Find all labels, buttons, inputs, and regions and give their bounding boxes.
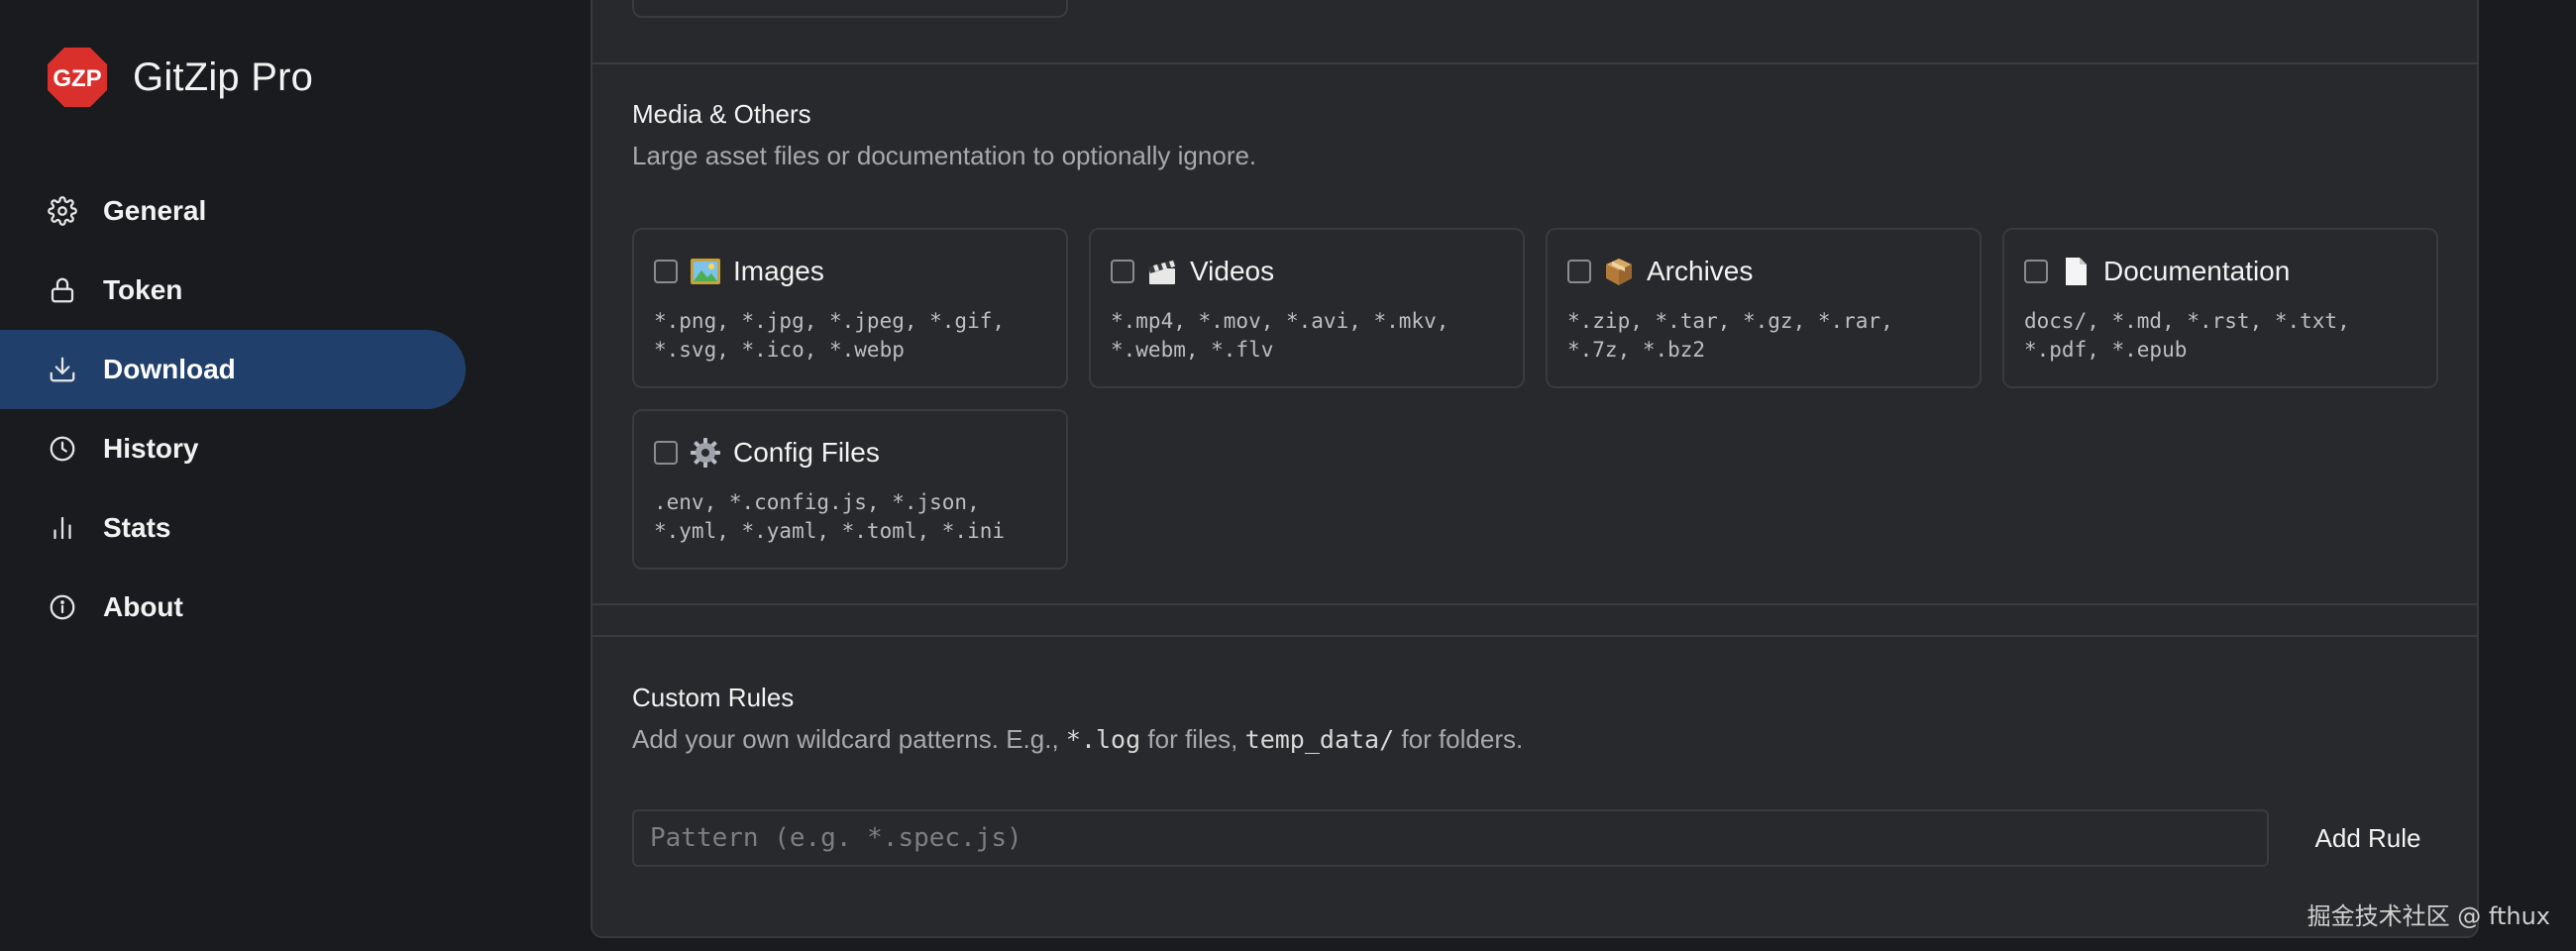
- sidebar-item-download[interactable]: Download: [0, 330, 466, 409]
- card-header: Documentation: [2024, 252, 2290, 291]
- gear-emoji-icon: [690, 437, 721, 469]
- documentation-checkbox[interactable]: [2024, 260, 2048, 283]
- package-icon: [1603, 256, 1635, 287]
- sidebar-item-label: History: [103, 433, 199, 464]
- sidebar-item-label: About: [103, 591, 183, 622]
- sidebar: GZP GitZip Pro General Token Download Hi…: [0, 0, 590, 951]
- card-patterns: *.mp4, *.mov, *.avi, *.mkv, *.webm, *.fl…: [1111, 309, 1449, 362]
- card-patterns: .env, *.config.js, *.json, *.yml, *.yaml…: [654, 490, 1006, 543]
- category-card-config-files[interactable]: Config Files .env, *.config.js, *.json, …: [632, 409, 1068, 570]
- app-window: GZP GitZip Pro General Token Download Hi…: [0, 0, 2576, 951]
- sidebar-item-general[interactable]: General: [0, 171, 466, 251]
- card-title: Archives: [1647, 256, 1754, 286]
- card-header: Images: [654, 252, 824, 291]
- archives-checkbox[interactable]: [1567, 260, 1591, 283]
- sidebar-item-stats[interactable]: Stats: [0, 488, 466, 568]
- sidebar-nav: General Token Download History Stats Abo…: [0, 171, 466, 647]
- add-rule-button[interactable]: Add Rule: [2289, 809, 2447, 867]
- gear-icon: [46, 194, 79, 228]
- section-divider: [592, 62, 2477, 64]
- sidebar-item-history[interactable]: History: [0, 409, 466, 488]
- card-patterns: docs/, *.md, *.rst, *.txt, *.pdf, *.epub: [2024, 309, 2350, 362]
- page-facing-up-icon: [2060, 256, 2092, 287]
- logo-text: GZP: [53, 65, 101, 92]
- previous-card: [632, 0, 1068, 18]
- custom-rules-description: Add your own wildcard patterns. E.g., *.…: [632, 724, 1523, 755]
- desc-text: for folders.: [1394, 724, 1524, 754]
- brand: GZP GitZip Pro: [46, 44, 313, 111]
- media-section-description: Large asset files or documentation to op…: [632, 141, 1257, 170]
- card-title: Config Files: [733, 437, 880, 468]
- custom-rules-title: Custom Rules: [632, 683, 795, 712]
- info-icon: [46, 590, 79, 624]
- section-divider: [592, 603, 2477, 605]
- lock-icon: [46, 273, 79, 307]
- section-divider: [592, 635, 2477, 637]
- app-name: GitZip Pro: [133, 54, 314, 99]
- media-section-title: Media & Others: [632, 99, 811, 129]
- card-patterns: *.zip, *.tar, *.gz, *.rar, *.7z, *.bz2: [1567, 309, 1893, 362]
- category-card-videos[interactable]: Videos *.mp4, *.mov, *.avi, *.mkv, *.web…: [1089, 228, 1525, 388]
- sidebar-item-label: General: [103, 195, 207, 226]
- desc-text: Add your own wildcard patterns. E.g.,: [632, 724, 1066, 754]
- clapper-board-icon: [1146, 256, 1178, 287]
- download-icon: [46, 353, 79, 386]
- desc-code-example-files: *.log: [1065, 725, 1141, 754]
- bar-chart-icon: [46, 511, 79, 545]
- sidebar-item-label: Download: [103, 354, 236, 384]
- watermark: 掘金技术社区 @ fthux: [2307, 902, 2550, 930]
- config-files-checkbox[interactable]: [654, 441, 678, 465]
- app-logo: GZP: [46, 46, 109, 109]
- card-title: Images: [733, 256, 824, 286]
- clock-icon: [46, 432, 79, 466]
- card-header: Config Files: [654, 433, 880, 473]
- card-header: Archives: [1567, 252, 1753, 291]
- images-checkbox[interactable]: [654, 260, 678, 283]
- sidebar-item-about[interactable]: About: [0, 568, 466, 647]
- card-title: Videos: [1190, 256, 1275, 286]
- card-patterns: *.png, *.jpg, *.jpeg, *.gif, *.svg, *.ic…: [654, 309, 1006, 362]
- sidebar-item-label: Stats: [103, 512, 171, 543]
- category-card-archives[interactable]: Archives *.zip, *.tar, *.gz, *.rar, *.7z…: [1546, 228, 1982, 388]
- sidebar-item-label: Token: [103, 274, 183, 305]
- pattern-input[interactable]: [632, 809, 2269, 867]
- category-card-documentation[interactable]: Documentation docs/, *.md, *.rst, *.txt,…: [2002, 228, 2438, 388]
- sidebar-item-token[interactable]: Token: [0, 251, 466, 330]
- videos-checkbox[interactable]: [1111, 260, 1134, 283]
- desc-text: for files,: [1140, 724, 1245, 754]
- card-title: Documentation: [2103, 256, 2291, 286]
- category-card-images[interactable]: Images *.png, *.jpg, *.jpeg, *.gif, *.sv…: [632, 228, 1068, 388]
- card-header: Videos: [1111, 252, 1274, 291]
- desc-code-example-folders: temp_data/: [1244, 725, 1395, 754]
- framed-picture-icon: [690, 256, 721, 287]
- settings-panel: Media & Others Large asset files or docu…: [590, 0, 2479, 938]
